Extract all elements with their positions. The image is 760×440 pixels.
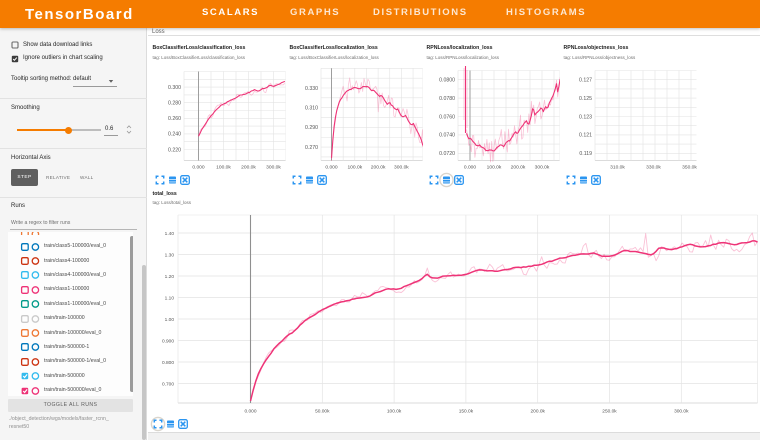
svg-text:0.800: 0.800 xyxy=(162,360,174,366)
svg-text:0.0780: 0.0780 xyxy=(439,96,455,102)
svg-text:0.125: 0.125 xyxy=(579,96,592,102)
svg-text:0.260: 0.260 xyxy=(168,116,181,122)
svg-text:0.300: 0.300 xyxy=(168,85,181,91)
svg-text:0.330: 0.330 xyxy=(305,86,318,92)
svg-text:0.119: 0.119 xyxy=(579,151,592,157)
svg-text:100.0k: 100.0k xyxy=(216,165,231,171)
svg-text:0.0760: 0.0760 xyxy=(439,114,455,120)
svg-text:0.0740: 0.0740 xyxy=(439,133,455,139)
svg-text:330.0k: 330.0k xyxy=(646,165,661,171)
svg-text:1.20: 1.20 xyxy=(165,274,175,280)
svg-text:100.0k: 100.0k xyxy=(347,165,362,171)
svg-text:0.290: 0.290 xyxy=(305,125,318,131)
svg-text:0.127: 0.127 xyxy=(579,78,592,84)
svg-text:1.00: 1.00 xyxy=(165,317,175,323)
svg-text:0.270: 0.270 xyxy=(305,145,318,151)
svg-text:100.0k: 100.0k xyxy=(387,409,402,415)
svg-text:0.000: 0.000 xyxy=(463,165,476,171)
svg-text:0.000: 0.000 xyxy=(244,409,256,415)
svg-text:300.0k: 300.0k xyxy=(266,165,281,171)
svg-text:200.0k: 200.0k xyxy=(510,165,525,171)
svg-text:0.000: 0.000 xyxy=(192,165,205,171)
svg-text:0.700: 0.700 xyxy=(162,381,174,387)
svg-text:0.900: 0.900 xyxy=(162,338,174,344)
svg-text:150.0k: 150.0k xyxy=(459,409,474,415)
svg-text:200.0k: 200.0k xyxy=(530,409,545,415)
svg-text:200.0k: 200.0k xyxy=(370,165,385,171)
svg-text:0.310: 0.310 xyxy=(305,106,318,112)
svg-text:1.40: 1.40 xyxy=(165,231,175,237)
svg-text:0.0800: 0.0800 xyxy=(439,78,455,84)
svg-text:100.0k: 100.0k xyxy=(486,165,501,171)
svg-text:1.30: 1.30 xyxy=(165,252,175,258)
svg-text:0.280: 0.280 xyxy=(168,101,181,107)
svg-text:1.10: 1.10 xyxy=(165,295,175,301)
svg-text:300.0k: 300.0k xyxy=(674,409,689,415)
svg-text:350.0k: 350.0k xyxy=(682,165,697,171)
svg-text:300.0k: 300.0k xyxy=(534,165,549,171)
svg-text:310.0k: 310.0k xyxy=(610,165,625,171)
svg-text:0.123: 0.123 xyxy=(579,114,592,120)
svg-text:0.000: 0.000 xyxy=(325,165,338,171)
svg-text:300.0k: 300.0k xyxy=(394,165,409,171)
svg-text:250.0k: 250.0k xyxy=(602,409,617,415)
svg-text:0.0720: 0.0720 xyxy=(439,151,455,157)
svg-text:200.0k: 200.0k xyxy=(241,165,256,171)
svg-text:0.240: 0.240 xyxy=(168,132,181,138)
svg-text:0.220: 0.220 xyxy=(168,147,181,153)
svg-text:0.121: 0.121 xyxy=(579,133,592,139)
svg-text:50.00k: 50.00k xyxy=(315,409,330,415)
